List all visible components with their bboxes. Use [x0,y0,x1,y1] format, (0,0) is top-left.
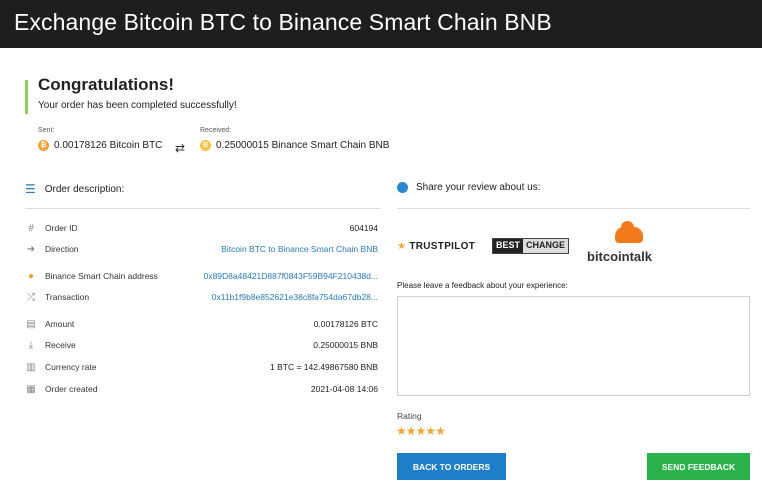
chat-bubble-icon [397,182,408,193]
star-icon[interactable]: ★ [406,424,417,438]
bnb-coin-icon: ● [27,270,35,282]
order-row: ➜ Direction Bitcoin BTC to Binance Smart C… [25,242,378,256]
order-row-value[interactable]: 0x11b1f9b8e852621e38c8fa754da67db28... [212,292,378,302]
sent-amount: 0.00178126 Bitcoin BTC [54,140,163,151]
bestchange-logo-text-1: BEST [493,239,524,253]
star-icon[interactable]: ★ [416,424,427,438]
order-row-label: Transaction [45,292,90,302]
received-label: Received: [200,127,232,134]
order-row: ▥ Currency rate 1 BTC = 142.49867580 BNB [25,360,378,374]
received-amount-block: Received: B 0.25000015 Binance Smart Cha… [200,127,389,151]
direction-icon: ➜ [26,243,36,255]
order-row-value[interactable]: Bitcoin BTC to Binance Smart Chain BNB [221,244,378,254]
order-row: ⤮ Transaction 0x11b1f9b8e852621e38c8fa754d… [25,290,378,304]
calculator-icon: ▤ [26,318,36,330]
order-row-label: Order ID [45,223,78,233]
order-row-value: 0.00178126 BTC [313,319,378,329]
star-icon[interactable]: ★ [435,424,446,438]
received-amount: 0.25000015 Binance Smart Chain BNB [216,140,390,151]
order-row: ▦ Order created 2021-04-08 14:06 [25,382,378,396]
success-text: Your order has been completed successful… [38,100,237,111]
order-row-label: Currency rate [45,362,97,372]
order-row-value: 2021-04-08 14:06 [310,384,378,394]
bnb-coin-icon: B [200,140,211,151]
success-heading: Congratulations! [38,75,174,94]
order-row-label: Binance Smart Chain address [45,271,158,281]
star-icon[interactable]: ★ [396,424,407,438]
rating-label: Rating [397,411,422,421]
review-sites: ★ TRUSTPILOT BEST CHANGE bitcointalk [397,221,750,270]
page-title: Exchange Bitcoin BTC to Binance Smart Ch… [14,9,552,35]
order-row-value[interactable]: 0x89D8a48421D887f0843F59B94F210438d... [204,271,378,281]
order-row-label: Amount [45,319,75,329]
trustpilot-logo[interactable]: ★ TRUSTPILOT [397,241,475,252]
page-header: Exchange Bitcoin BTC to Binance Smart Ch… [0,0,762,48]
swap-arrows-icon: ⇄ [175,141,186,155]
divider [397,208,750,209]
bitcointalk-logo[interactable]: bitcointalk [587,221,667,269]
review-heading: Share your review about us: [397,182,541,193]
trustpilot-logo-text: TRUSTPILOT [409,241,476,252]
cloud-icon [615,221,643,243]
order-row-label: Receive [45,340,76,350]
shuffle-icon: ⤮ [27,291,35,303]
back-to-orders-button[interactable]: BACK TO ORDERS [397,453,506,480]
success-message: Congratulations! Your order has been com… [25,75,237,114]
download-icon: ⤓ [28,339,34,351]
divider [25,208,380,209]
rating-stars[interactable]: ★★★★★ [396,424,446,438]
order-row: # Order ID 604194 [25,221,378,235]
trustpilot-star-icon: ★ [397,241,407,252]
order-row-label: Order created [45,384,98,394]
hash-icon: # [28,222,34,234]
bestchange-logo[interactable]: BEST CHANGE [492,238,570,254]
bitcoin-coin-icon: ₿ [38,140,49,151]
order-row: ● Binance Smart Chain address 0x89D8a48421… [25,269,378,283]
send-feedback-button[interactable]: SEND FEEDBACK [647,453,750,480]
order-description-title: Order description: [44,183,125,195]
list-icon: ☰ [25,182,36,196]
review-title: Share your review about us: [416,182,541,193]
order-row-label: Direction [45,244,79,254]
bestchange-logo-text-2: CHANGE [523,239,569,253]
sent-label: Sent: [38,127,55,134]
order-description-heading: ☰ Order description: [25,182,124,196]
bar-chart-icon: ▥ [26,361,36,373]
star-icon[interactable]: ★ [425,424,436,438]
order-row-value: 604194 [349,223,378,233]
feedback-label: Please leave a feedback about your exper… [397,281,568,290]
sent-amount-block: Sent: ₿ 0.00178126 Bitcoin BTC [38,127,162,151]
calendar-icon: ▦ [26,383,36,395]
order-row: ▤ Amount 0.00178126 BTC [25,317,378,331]
bitcointalk-logo-text: bitcointalk [587,249,653,264]
order-row-value: 0.25000015 BNB [313,340,378,350]
feedback-textarea[interactable] [397,296,750,396]
order-row: ⤓ Receive 0.25000015 BNB [25,338,378,352]
order-row-value: 1 BTC = 142.49867580 BNB [270,362,378,372]
